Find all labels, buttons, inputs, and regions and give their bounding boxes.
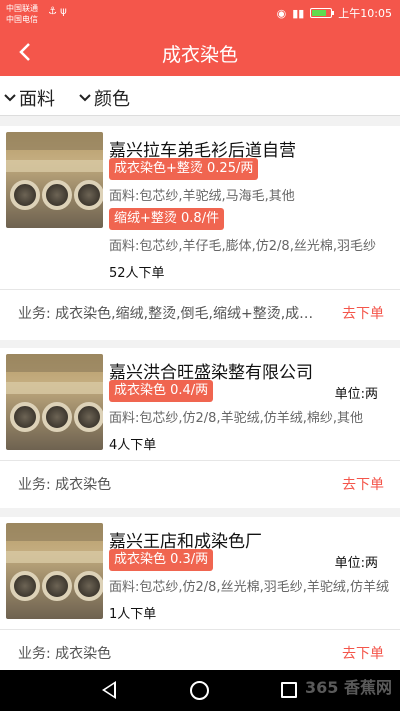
factory-card[interactable]: 嘉兴拉车弟毛衫后道自营 成衣染色+整烫 0.25/两 面料:包芯纱,羊驼绒,马海… <box>0 126 400 340</box>
material-list: 面料:包芯纱,羊驼绒,马海毛,其他 <box>109 189 295 204</box>
filter-bar: 面料 颜色 <box>0 76 400 116</box>
page-title: 成衣染色 <box>161 44 238 66</box>
business-list: 业务: 成衣染色 <box>18 477 112 493</box>
carrier-info: 中国联通 中国电信 <box>6 3 38 25</box>
filter-fabric[interactable]: 面料 <box>4 85 55 111</box>
service-price-tag: 成衣染色+整烫 0.25/两 <box>109 158 259 180</box>
factory-card[interactable]: 嘉兴洪合旺盛染整有限公司 成衣染色 0.4/两 单位:两 面料:包芯纱,仿2/8… <box>0 348 400 508</box>
divider <box>0 289 400 290</box>
factory-thumbnail <box>6 523 103 619</box>
material-list: 面料:包芯纱,仿2/8,羊驼绒,仿羊绒,棉纱,其他 <box>109 411 363 426</box>
service-price-tag: 成衣染色 0.3/两 <box>109 549 214 571</box>
carrier-1: 中国联通 <box>6 4 38 13</box>
status-bar: 中国联通 中国电信 ⚓ ψ ◉ ▮▮ 上午10:05 <box>0 0 400 28</box>
factory-thumbnail <box>6 354 103 450</box>
service-price-tag: 成衣染色 0.4/两 <box>109 380 214 402</box>
status-right: ◉ ▮▮ 上午10:05 <box>277 5 392 21</box>
order-count: 4人下单 <box>109 438 157 453</box>
order-count: 52人下单 <box>109 266 165 281</box>
filter-color[interactable]: 颜色 <box>79 85 130 111</box>
business-list: 业务: 成衣染色,缩绒,整烫,倒毛,缩绒+整烫,成衣染色+整烫 <box>18 306 318 322</box>
service-price-tag: 缩绒+整烫 0.8/件 <box>109 208 225 230</box>
divider <box>0 460 400 461</box>
place-order-button[interactable]: 去下单 <box>342 643 384 663</box>
filter-fabric-label: 面料 <box>19 89 55 110</box>
filter-color-label: 颜色 <box>94 89 130 110</box>
watermark: 365 香蕉网 <box>305 678 392 697</box>
chevron-down-icon <box>4 94 16 102</box>
business-list: 业务: 成衣染色 <box>18 646 112 662</box>
chevron-down-icon <box>79 94 91 102</box>
factory-card[interactable]: 嘉兴王店和成染色厂 成衣染色 0.3/两 单位:两 面料:包芯纱,仿2/8,丝光… <box>0 517 400 670</box>
signal-icon: ▮▮ <box>292 6 305 20</box>
nav-recent-apps-icon[interactable] <box>281 682 297 698</box>
notification-icons: ⚓ ψ <box>48 6 67 17</box>
nav-back-icon[interactable] <box>102 681 116 699</box>
battery-icon <box>310 8 335 18</box>
unit-label: 单位:两 <box>334 387 378 402</box>
system-nav-bar: 365 香蕉网 <box>0 670 400 711</box>
hotspot-icon: ◉ <box>276 6 287 20</box>
place-order-button[interactable]: 去下单 <box>342 474 384 494</box>
factory-list: 嘉兴拉车弟毛衫后道自营 成衣染色+整烫 0.25/两 面料:包芯纱,羊驼绒,马海… <box>0 116 400 670</box>
material-list: 面料:包芯纱,羊仔毛,膨体,仿2/8,丝光棉,羽毛纱 <box>109 239 376 254</box>
factory-thumbnail <box>6 132 103 228</box>
divider <box>0 629 400 630</box>
app-header: 成衣染色 <box>0 28 400 76</box>
nav-home-icon[interactable] <box>190 681 209 700</box>
unit-label: 单位:两 <box>334 556 378 571</box>
place-order-button[interactable]: 去下单 <box>342 303 384 323</box>
carrier-2: 中国电信 <box>6 15 38 24</box>
clock: 上午10:05 <box>338 7 392 20</box>
material-list: 面料:包芯纱,仿2/8,丝光棉,羽毛纱,羊驼绒,仿羊绒 <box>109 580 389 595</box>
order-count: 1人下单 <box>109 607 157 622</box>
